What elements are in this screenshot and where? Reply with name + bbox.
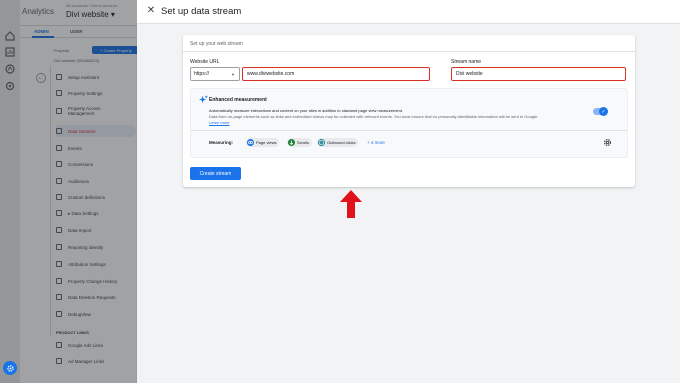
red-arrow-annotation bbox=[340, 190, 362, 218]
website-url-input[interactable]: www.diviwebsite.com bbox=[242, 67, 430, 81]
divider bbox=[191, 130, 627, 131]
learn-more-link[interactable]: Learn more bbox=[209, 120, 229, 125]
scroll-icon bbox=[288, 139, 295, 146]
close-icon[interactable]: ✕ bbox=[146, 6, 156, 16]
sparkle-icon bbox=[199, 95, 208, 104]
stream-name-label: Stream name bbox=[451, 59, 482, 65]
stream-name-input[interactable]: Divi website bbox=[451, 67, 626, 81]
check-icon: ✓ bbox=[599, 107, 608, 116]
enhanced-measurement-toggle[interactable]: ✓ bbox=[593, 107, 608, 116]
setup-data-stream-drawer: ✕ Set up data stream Set up your web str… bbox=[137, 0, 680, 383]
chip-outbound-clicks: Outbound clicks bbox=[317, 138, 359, 147]
enhanced-measurement-title: Enhanced measurement bbox=[209, 97, 267, 103]
admin-gear-icon[interactable] bbox=[3, 361, 17, 375]
chevron-down-icon: ▼ bbox=[231, 72, 235, 77]
enhanced-measurement-description: Automatically measure interactions and c… bbox=[209, 108, 404, 113]
card-title: Set up your web stream bbox=[190, 41, 243, 47]
more-measurements-link[interactable]: + 4 more bbox=[367, 140, 385, 145]
divider bbox=[183, 51, 635, 52]
drawer-header: ✕ Set up data stream bbox=[137, 0, 680, 24]
enhanced-measurement-note: Data from on-page elements such as links… bbox=[209, 114, 539, 119]
chip-label: Scrolls bbox=[297, 140, 310, 145]
website-url-label: Website URL bbox=[190, 59, 220, 65]
protocol-select[interactable]: https:// ▼ bbox=[190, 67, 240, 81]
rail-settings-layer bbox=[0, 0, 20, 383]
chip-page-views: Page views bbox=[246, 138, 280, 147]
web-stream-card: Set up your web stream Website URL https… bbox=[183, 35, 635, 187]
chip-label: Page views bbox=[256, 140, 277, 145]
drawer-title: Set up data stream bbox=[161, 6, 242, 17]
gear-icon[interactable] bbox=[603, 138, 612, 147]
eye-icon bbox=[247, 139, 254, 146]
protocol-value: https:// bbox=[194, 71, 210, 77]
chip-label: Outbound clicks bbox=[327, 140, 356, 145]
measuring-label: Measuring: bbox=[209, 140, 234, 145]
outbound-link-icon bbox=[318, 139, 325, 146]
modal-backdrop[interactable] bbox=[0, 0, 137, 383]
enhanced-measurement-panel: Enhanced measurement Automatically measu… bbox=[190, 88, 628, 158]
create-stream-button[interactable]: Create stream bbox=[190, 167, 241, 180]
chip-scrolls: Scrolls bbox=[287, 138, 313, 147]
